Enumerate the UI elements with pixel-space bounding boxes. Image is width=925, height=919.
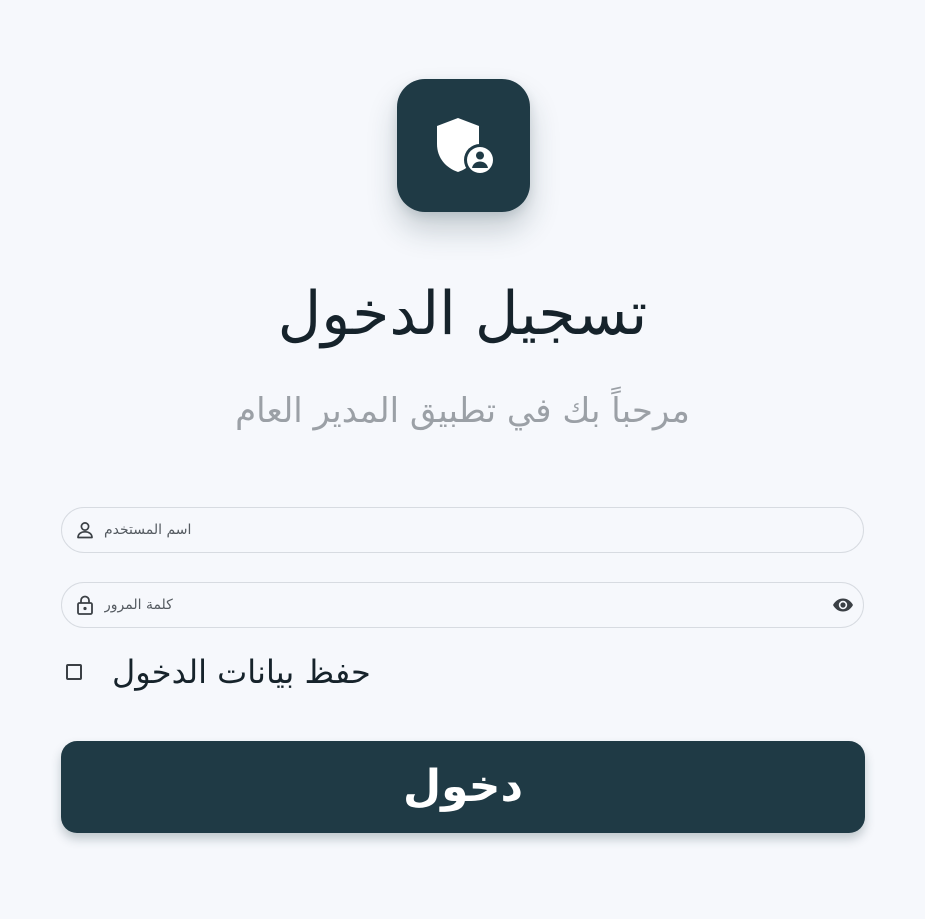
lock-icon	[74, 594, 96, 616]
username-field[interactable]	[61, 507, 864, 553]
remember-me-row[interactable]: حفظ بيانات الدخول	[66, 650, 371, 694]
app-logo	[397, 79, 530, 212]
password-input[interactable]	[104, 583, 823, 627]
eye-icon[interactable]	[831, 594, 855, 616]
page-title: تسجيل الدخول	[277, 279, 648, 349]
username-input[interactable]	[104, 508, 823, 552]
login-button[interactable]: دخول	[61, 741, 865, 833]
user-icon	[74, 519, 96, 541]
remember-me-checkbox[interactable]	[66, 664, 82, 680]
shield-user-icon	[432, 114, 496, 178]
remember-me-label: حفظ بيانات الدخول	[112, 653, 371, 691]
login-screen: تسجيل الدخول مرحباً بك في تطبيق المدير ا…	[0, 0, 925, 919]
page-subtitle: مرحباً بك في تطبيق المدير العام	[235, 391, 690, 431]
password-field[interactable]	[61, 582, 864, 628]
